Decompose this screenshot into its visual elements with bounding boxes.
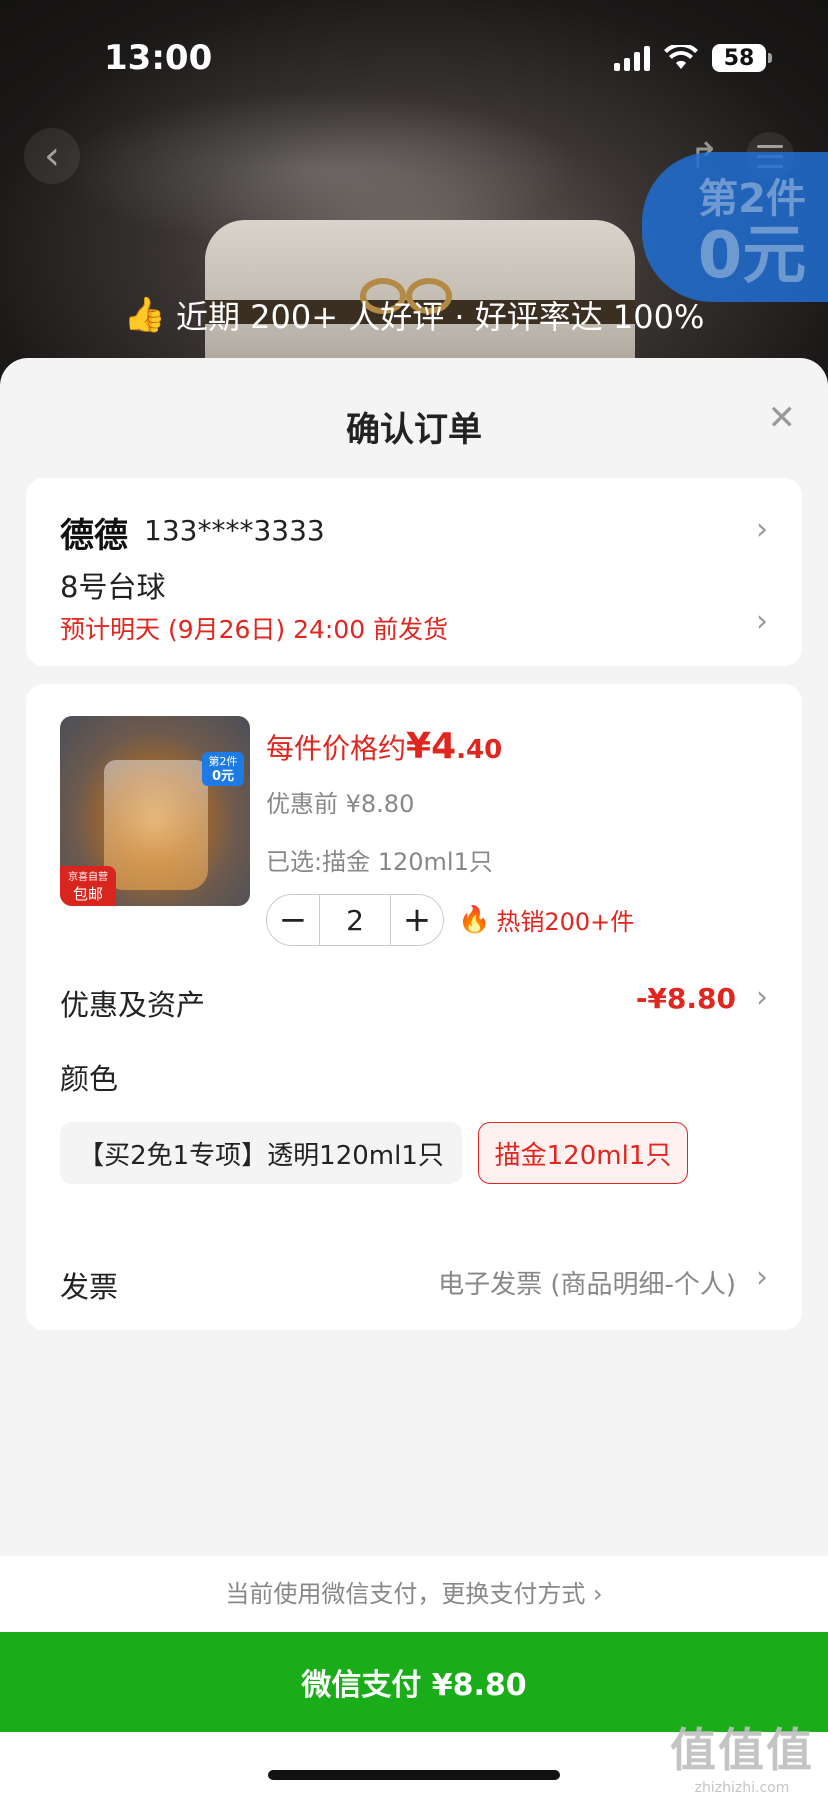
decrease-button[interactable]: −: [267, 895, 319, 945]
promo-line2: 0元: [697, 219, 807, 293]
price-currency: ¥: [406, 726, 432, 767]
hot-sales-text: 热销200+件: [496, 908, 635, 936]
shipping-estimate: 预计明天 (9月26日) 24:00 前发货: [60, 615, 449, 644]
wifi-icon: [664, 42, 698, 71]
price-decimal: .40: [456, 735, 503, 765]
address-line: 8号台球: [60, 570, 166, 604]
invoice-label[interactable]: 发票: [60, 1264, 118, 1306]
price-prefix: 每件价格约: [266, 732, 407, 765]
price-integer: 4: [431, 726, 457, 767]
color-option[interactable]: 【买2免1专项】透明120ml1只: [60, 1122, 462, 1184]
second-item-free-tag: 第2件 0元: [202, 752, 244, 786]
back-icon[interactable]: ‹: [24, 128, 80, 184]
chevron-right-icon[interactable]: ›: [756, 604, 768, 639]
address-card[interactable]: 德德 133****3333 › 8号台球 预计明天 (9月26日) 24:00…: [26, 478, 802, 666]
invoice-value[interactable]: 电子发票 (商品明细-个人): [438, 1264, 736, 1301]
fire-icon: 🔥: [458, 904, 491, 935]
chevron-right-icon[interactable]: ›: [756, 512, 768, 547]
product-thumbnail[interactable]: 第2件 0元 京喜自营 包邮: [60, 716, 250, 906]
change-payment-link[interactable]: 当前使用微信支付，更换支付方式 ›: [0, 1556, 828, 1632]
recipient-phone: 133****3333: [144, 514, 325, 547]
unit-price: 每件价格约¥4.40: [266, 726, 502, 767]
glass-illustration: [104, 760, 208, 890]
color-option-selected[interactable]: 描金120ml1只: [478, 1122, 688, 1184]
color-label: 颜色: [60, 1062, 119, 1096]
home-indicator[interactable]: [268, 1770, 560, 1780]
selected-spec: 已选:描金 120ml1只: [266, 848, 493, 876]
review-summary: 👍 近期 200+ 人好评 · 好评率达 100%: [0, 292, 828, 338]
original-price: 优惠前 ¥8.80: [266, 790, 415, 818]
battery-icon: 58: [712, 44, 772, 72]
hot-sales-badge: 🔥 热销200+件: [458, 902, 634, 937]
status-time: 13:00: [104, 38, 213, 78]
quantity-stepper[interactable]: − 2 +: [266, 894, 444, 946]
discount-value[interactable]: -¥8.80: [636, 982, 736, 1015]
increase-button[interactable]: +: [391, 895, 443, 945]
free-shipping-tag: 京喜自营 包邮: [60, 866, 116, 906]
recipient-name: 德德: [60, 516, 128, 556]
thumbs-up-icon: 👍: [123, 295, 166, 335]
sheet-title: 确认订单: [346, 410, 482, 450]
promo-badge: 第2件 0元: [642, 152, 828, 302]
review-text: 近期 200+ 人好评 · 好评率达 100%: [175, 298, 705, 336]
quantity-value[interactable]: 2: [319, 895, 391, 945]
close-icon[interactable]: ✕: [768, 398, 797, 438]
site-watermark: 值值值 zhizhizhi.com: [670, 1723, 814, 1796]
order-card: 第2件 0元 京喜自营 包邮 每件价格约¥4.40 优惠前 ¥8.80 已选:描金 …: [26, 684, 802, 1330]
chevron-right-icon[interactable]: ›: [756, 1260, 768, 1295]
status-icons: 58: [614, 42, 772, 72]
chevron-right-icon[interactable]: ›: [756, 980, 768, 1015]
discount-label[interactable]: 优惠及资产: [60, 982, 205, 1024]
signal-icon: [614, 45, 650, 71]
promo-line1: 第2件: [698, 176, 806, 222]
